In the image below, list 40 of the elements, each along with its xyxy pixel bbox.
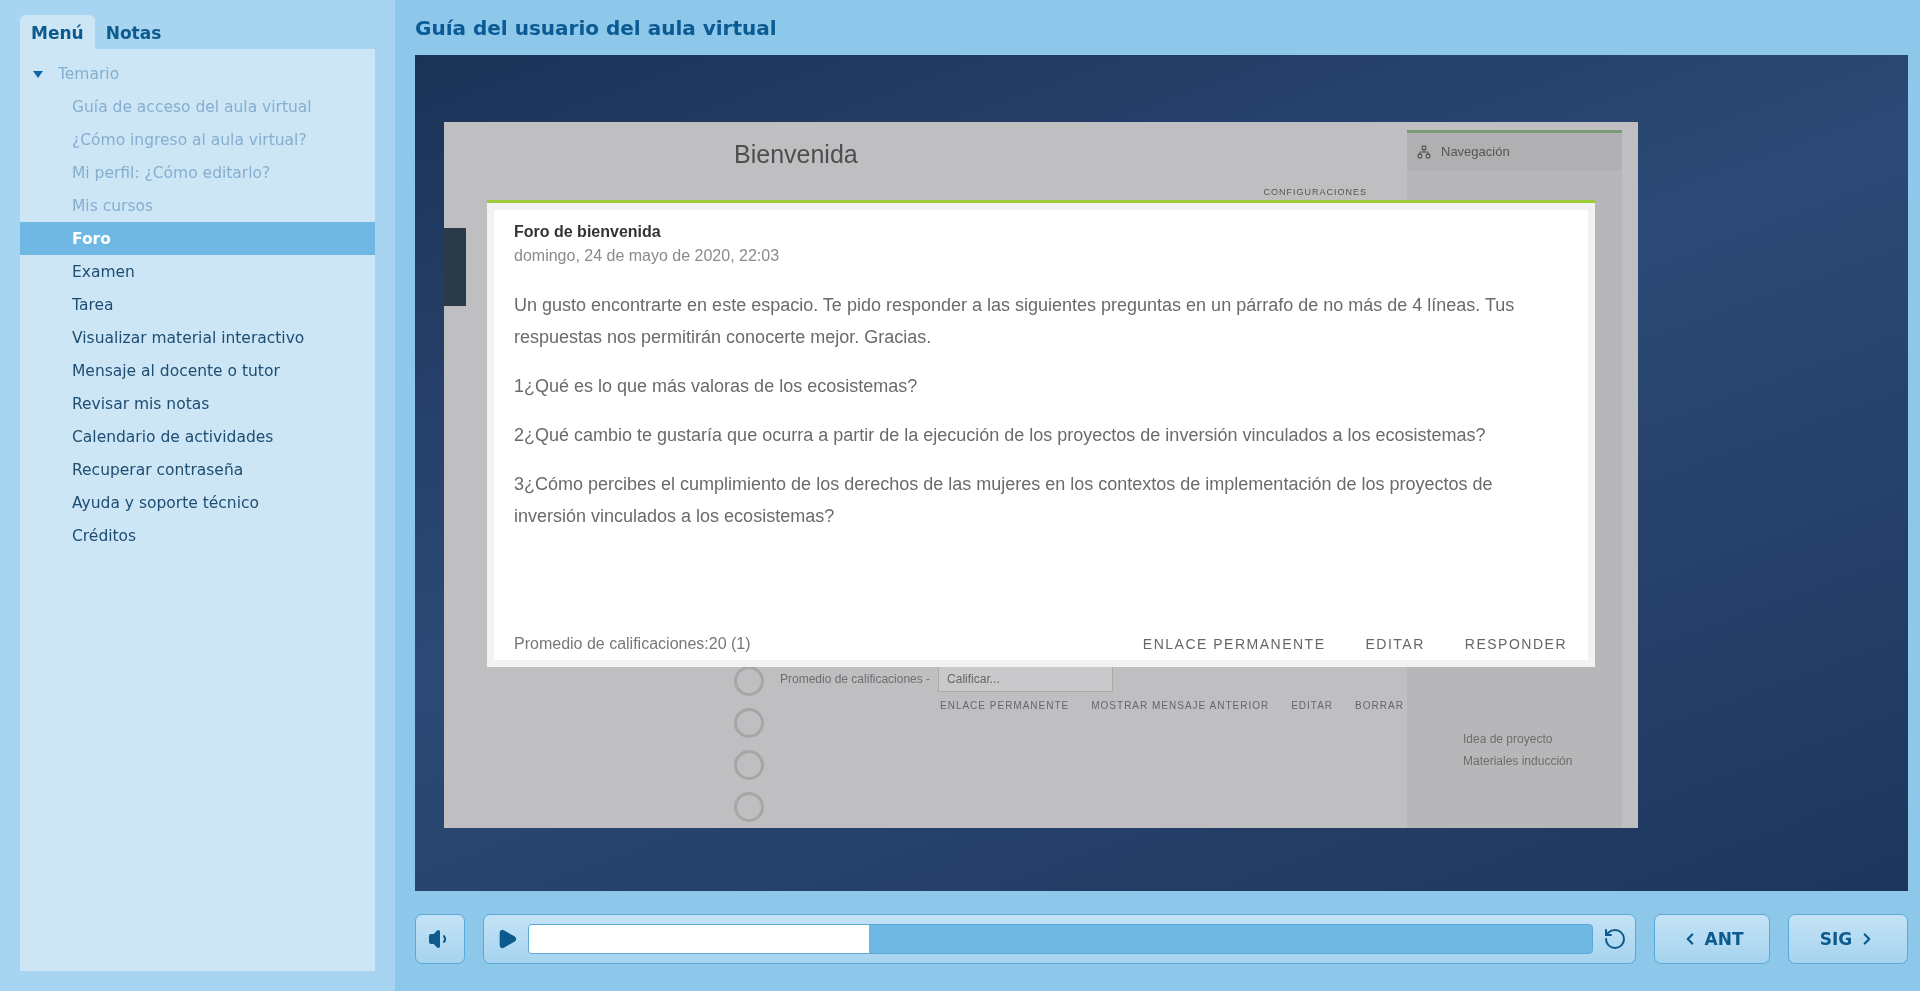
avatar-circle	[734, 792, 764, 822]
progress-track[interactable]	[528, 924, 1593, 954]
rating-text: Promedio de calificaciones:20 (1)	[514, 635, 752, 653]
menu-item[interactable]: Recuperar contraseña	[20, 453, 375, 486]
grade-label: Promedio de calificaciones -	[780, 672, 931, 686]
caret-down-icon	[32, 68, 44, 79]
post-paragraph: 3¿Cómo percibes el cumplimiento de los derechos de las mujeres en los contextos de implementación de los proyectos de inversión vinculados a los ecosistemas?	[514, 473, 1494, 528]
post-action: ENLACE PERMANENTE	[940, 700, 1070, 711]
volume-button[interactable]	[415, 914, 465, 964]
avatar-circle	[734, 708, 764, 738]
post-paragraph: 1¿Qué es lo que más valoras de los ecosistemas?	[514, 375, 919, 398]
tab[interactable]: Notas	[94, 15, 173, 49]
menu-item[interactable]: Ayuda y soporte técnico	[20, 486, 375, 519]
tab[interactable]: Menú	[20, 15, 95, 49]
menu-item[interactable]: Visualizar material interactivo	[20, 321, 375, 354]
replay-button[interactable]	[1603, 927, 1627, 951]
menu-item[interactable]: Calendario de actividades	[20, 420, 375, 453]
post-action: BORRAR	[1355, 700, 1404, 711]
post-title: Foro de bienvenida	[514, 223, 662, 241]
menu-item[interactable]: Revisar mis notas	[20, 387, 375, 420]
post-action-link[interactable]: ENLACE PERMANENTE	[1142, 636, 1326, 652]
next-button[interactable]: SIG	[1788, 914, 1908, 964]
menu-item[interactable]: Examen	[20, 255, 375, 288]
menu-item[interactable]: Tarea	[20, 288, 375, 321]
settings-menu: CONFIGURACIONES	[1263, 187, 1367, 197]
post-date: domingo, 24 de mayo de 2020, 22:03	[514, 247, 781, 265]
navigation-title: Navegación	[1441, 144, 1510, 159]
post-paragraph: 2¿Qué cambio te gustaría que ocurra a partir de la ejecución de los proyectos de inversión vinculados a los ecosistemas?	[514, 424, 1487, 447]
post-action-link[interactable]: EDITAR	[1365, 636, 1425, 652]
slide-title: Guía del usuario del aula virtual	[415, 14, 778, 42]
post-paragraph: Un gusto encontrarte en este espacio. Te pido responder a las siguientes preguntas en un párrafo de no más de 4 líneas. Tus respuestas nos permitirán conocerte mejor. Gracias.	[514, 294, 1516, 349]
post-action-link[interactable]: RESPONDER	[1464, 636, 1567, 652]
menu-item[interactable]: Mensaje al docente o tutor	[20, 354, 375, 387]
avatar-circle	[734, 750, 764, 780]
menu-item[interactable]: Créditos	[20, 519, 375, 552]
post-action: EDITAR	[1291, 700, 1334, 711]
post-action: MOSTRAR MENSAJE ANTERIOR	[1091, 700, 1270, 711]
sitemap-icon	[1417, 144, 1431, 159]
page-heading: Bienvenida	[734, 140, 859, 169]
previous-button[interactable]: ANT	[1654, 914, 1770, 964]
